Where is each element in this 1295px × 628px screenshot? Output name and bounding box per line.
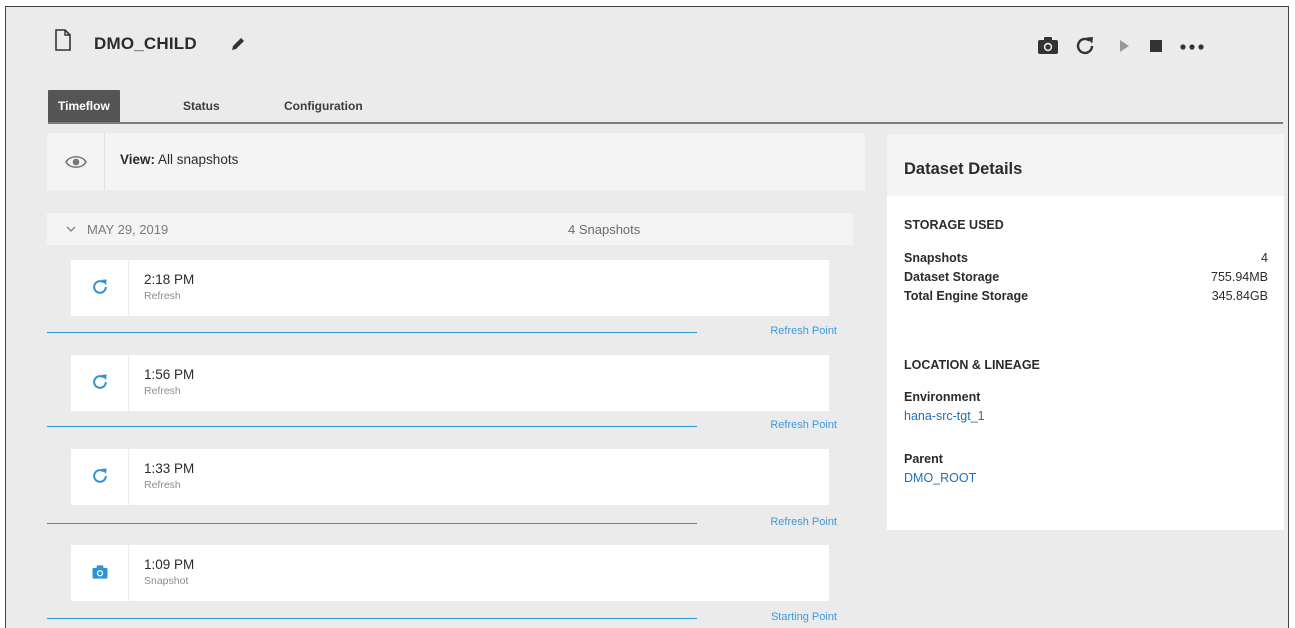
refresh-point-marker: Refresh Point [47,325,837,339]
snapshot-type: Refresh [144,290,181,302]
snapshot-count: 4 Snapshots [568,222,641,237]
refresh-icon [93,374,107,389]
play-icon[interactable] [1112,34,1136,58]
view-filter-label[interactable]: View: All snapshots [120,152,238,167]
snapshot-type: Refresh [144,385,181,397]
storage-label: Snapshots [904,251,968,265]
app-frame: DMO_CHILD Timeflow Status Configuration … [5,6,1289,628]
snapshot-time: 1:33 PM [144,461,195,476]
refresh-icon [93,279,107,294]
snapshot-icon-cell [71,545,129,601]
page-title: DMO_CHILD [94,34,197,53]
refresh-point-marker: Refresh Point [47,419,837,433]
environment-label: Environment [904,390,981,404]
point-label[interactable]: Refresh Point [770,516,837,528]
timeline-line [47,332,697,333]
storage-heading: STORAGE USED [904,218,1004,232]
camera-icon [92,565,108,579]
refresh-icon [93,468,107,483]
snapshot-icon-cell [71,449,129,505]
point-label[interactable]: Starting Point [771,611,837,623]
snapshot-card[interactable]: 1:09 PM Snapshot [71,545,829,601]
timeline-line [47,523,697,524]
storage-value: 755.94MB [1211,270,1268,284]
snapshot-time: 1:56 PM [144,367,195,382]
lineage-heading: LOCATION & LINEAGE [904,358,1040,372]
snapshot-type: Snapshot [144,575,189,587]
storage-label: Dataset Storage [904,270,1000,284]
file-icon [55,29,71,51]
refresh-point-marker: Refresh Point [47,516,837,530]
chevron-down-icon[interactable] [65,223,77,235]
storage-value: 4 [1261,251,1268,265]
camera-icon[interactable] [1036,34,1060,58]
storage-row-dataset: Dataset Storage 755.94MB [904,270,1268,288]
snapshot-time: 2:18 PM [144,272,195,287]
parent-label: Parent [904,452,943,466]
tab-configuration[interactable]: Configuration [284,90,363,122]
dataset-details-panel: Dataset Details STORAGE USED Snapshots 4… [887,134,1284,530]
divider [104,133,105,190]
point-label[interactable]: Refresh Point [770,325,837,337]
snapshot-card[interactable]: 2:18 PM Refresh [71,260,829,316]
snapshot-time: 1:09 PM [144,557,195,572]
pencil-icon[interactable] [230,36,246,52]
environment-link[interactable]: hana-src-tgt_1 [904,409,985,423]
snapshot-icon-cell [71,355,129,411]
tab-timeflow[interactable]: Timeflow [48,90,120,122]
refresh-icon[interactable] [1073,34,1097,58]
tab-bar: Timeflow Status Configuration [48,90,1283,124]
timeline-line [47,426,697,427]
more-icon[interactable] [1177,34,1207,58]
snapshot-icon-cell [71,260,129,316]
parent-link[interactable]: DMO_ROOT [904,471,976,485]
snapshot-card[interactable]: 1:33 PM Refresh [71,449,829,505]
storage-row-engine: Total Engine Storage 345.84GB [904,289,1268,307]
header: DMO_CHILD [6,7,1288,87]
view-prefix: View: [120,152,156,167]
storage-row-snapshots: Snapshots 4 [904,251,1268,269]
snapshot-card[interactable]: 1:56 PM Refresh [71,355,829,411]
timeline-line [47,618,697,619]
details-title: Dataset Details [904,160,1023,178]
storage-value: 345.84GB [1211,289,1268,303]
snapshot-type: Refresh [144,479,181,491]
view-filter-bar[interactable]: View: All snapshots [47,133,865,190]
group-date: MAY 29, 2019 [87,222,169,237]
point-label[interactable]: Refresh Point [770,419,837,431]
starting-point-marker: Starting Point [47,611,837,625]
date-group-header[interactable]: MAY 29, 2019 4 Snapshots [47,213,853,245]
storage-label: Total Engine Storage [904,289,1029,303]
eye-icon [65,155,87,169]
stop-icon[interactable] [1144,34,1168,58]
tab-status[interactable]: Status [183,90,220,122]
view-value: All snapshots [158,152,239,167]
details-header: Dataset Details [887,134,1284,196]
